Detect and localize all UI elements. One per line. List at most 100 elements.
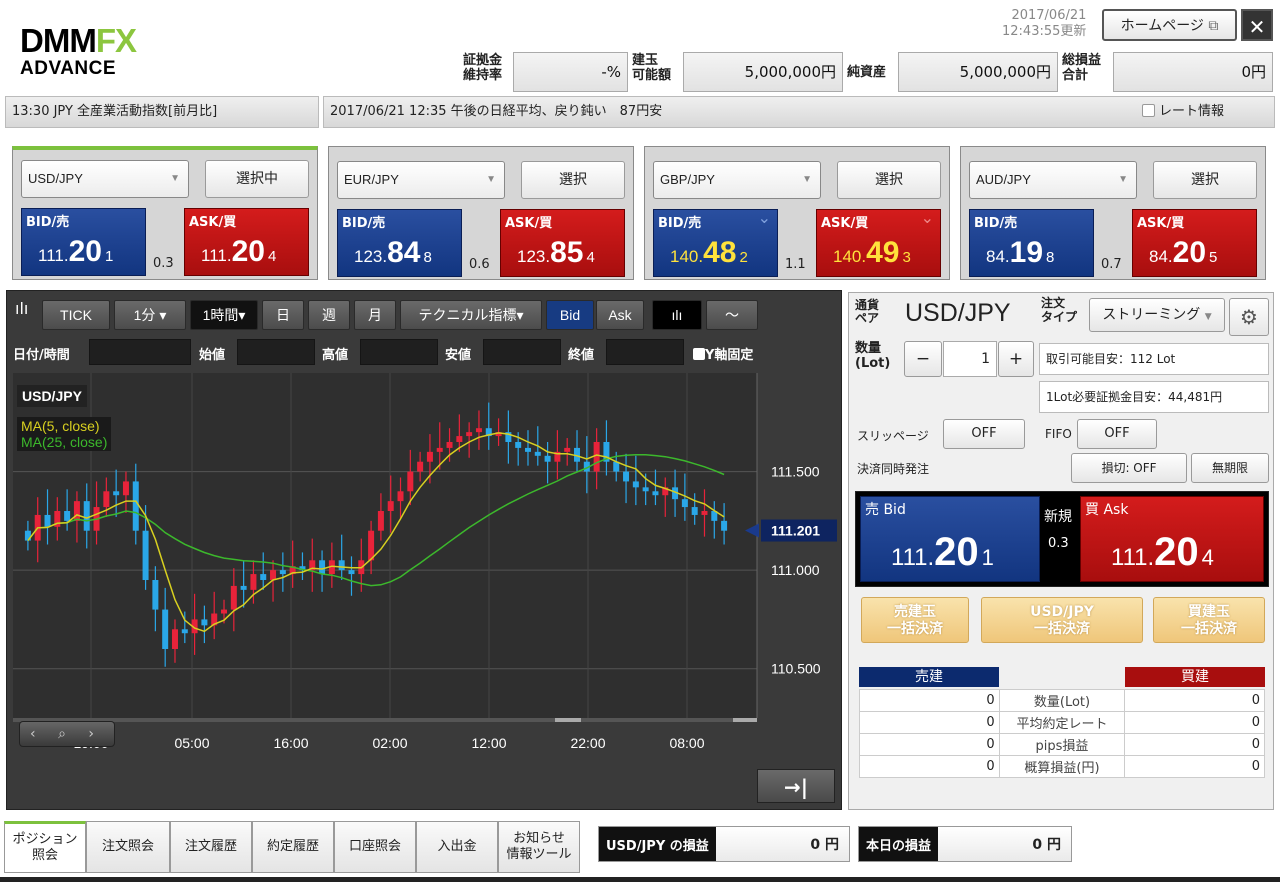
pair-select-button[interactable]: 選択中 [205,160,309,198]
candle-body [64,511,71,521]
buy-ask-button[interactable]: 買 Ask 111.20 4 [1080,496,1264,582]
bid-price: 84.19 8 [986,236,1055,269]
scroll-to-latest-icon[interactable]: →| [757,769,835,803]
pair-select-button[interactable]: 選択 [1153,161,1257,199]
chevron-down-icon: ▼ [1204,312,1212,322]
bottom-tab[interactable]: 約定履歴 [252,821,334,873]
x-tick-label: 08:00 [669,735,704,751]
bulk-close-sell-button[interactable]: 売建玉 一括決済 [861,597,969,643]
month-button[interactable]: 月 [354,300,396,330]
chart-legend: MA(5, close) MA(25, close) [17,417,112,451]
fifo-label: FIFO [1045,427,1072,441]
checkbox-icon[interactable] [1141,104,1155,117]
pair-select[interactable]: AUD/JPY ▼ [969,161,1137,199]
chart-nav-controls[interactable]: ‹ ⌕ › [19,721,115,747]
current-price-label: 111.201 [771,523,820,539]
ask-price-button[interactable]: ASK/買 111.20 4 [184,208,309,276]
external-window-icon: ⧉ [1208,18,1219,34]
y-tick-label: 111.500 [771,464,820,480]
y-axis-fixed-toggle[interactable]: Y軸固定 [693,344,753,363]
row-label: 概算損益(円) [998,755,1126,778]
bid-price-button[interactable]: BID/売 111.20 1 [21,208,146,276]
quantity-plus-button[interactable]: + [998,341,1034,377]
bulk-close-buy-button[interactable]: 買建玉 一括決済 [1153,597,1265,643]
chevron-right-icon[interactable]: › [88,726,94,742]
homepage-button[interactable]: ホームページ ⧉ [1102,9,1237,41]
week-button[interactable]: 週 [308,300,350,330]
chevron-down-icon: ▼ [802,174,812,185]
news-ticker-left[interactable]: 13:30 JPY 全産業活動指数[前月比] [5,96,319,128]
checkbox-icon[interactable] [693,348,705,360]
fifo-toggle[interactable]: OFF [1077,419,1157,449]
ask-price: 84.20 5 [1149,236,1218,269]
pair-select[interactable]: GBP/JPY ▼ [653,161,821,199]
chart-scrollbar [13,718,757,722]
homepage-label: ホームページ [1120,18,1204,34]
candle-body [417,461,424,472]
spread-value: 1.1 [785,257,806,272]
minute-interval-select[interactable]: 1分 ▾ [114,300,186,330]
bottom-tab[interactable]: 注文照会 [86,821,170,873]
bottom-tab[interactable]: 入出金 [416,821,498,873]
today-pl-label: 本日の損益 [859,827,939,861]
slippage-label: スリッページ [857,429,929,443]
bottom-tab[interactable]: ポジション 照会 [4,821,86,873]
high-field [360,339,438,365]
candle-body [593,442,600,472]
bid-price: 140.48 2 [670,236,748,269]
chart-type-icon[interactable]: ılı [15,299,28,318]
bid-toggle[interactable]: Bid [546,300,594,330]
slippage-toggle[interactable]: OFF [943,419,1025,449]
close-icon: ✕ [1248,15,1266,39]
bulk-close-pair-button[interactable]: USD/JPY 一括決済 [981,597,1143,643]
ask-toggle[interactable]: Ask [596,300,644,330]
quantity-minus-button[interactable]: − [904,341,942,377]
pair-select[interactable]: USD/JPY ▼ [21,160,189,198]
y-axis-fixed-label: Y軸固定 [705,348,754,363]
line-chart-icon[interactable]: 〜 [706,300,758,330]
currency-pair-panel: GBP/JPY ▼ 選択 BID/売 140.48 2 ⌄ 1.1 ASK/買 14… [644,146,950,280]
day-button[interactable]: 日 [262,300,304,330]
ask-label: ASK/買 [505,216,553,231]
ask-price-button[interactable]: ASK/買 140.49 3 ⌄ [816,208,941,277]
candle-body [397,491,404,502]
candlestick-icon[interactable]: ılı [652,300,702,330]
candle-body [338,560,345,571]
pair-select-button[interactable]: 選択 [521,161,625,199]
news-ticker-right[interactable]: 2017/06/21 12:35 午後の日経平均、戻り鈍い 87円安 レート情報 [323,96,1275,128]
spread-value: 0.6 [469,257,490,272]
gear-icon[interactable]: ⚙ [1229,298,1269,336]
buy-value: 0 [1124,711,1265,734]
ask-price-button[interactable]: ASK/買 123.85 4 [500,209,625,277]
bottom-tab[interactable]: 口座照会 [334,821,416,873]
bottom-tab[interactable]: 注文履歴 [170,821,252,873]
bottom-tab[interactable]: お知らせ 情報ツール [498,821,580,873]
pair-select[interactable]: EUR/JPY ▼ [337,161,505,199]
sell-position-header: 売建 [859,667,999,687]
hour-interval-select[interactable]: 1時間▾ [190,300,258,330]
ask-price-button[interactable]: ASK/買 84.20 5 [1132,209,1257,277]
close-button[interactable]: ✕ [1241,9,1273,41]
sell-bid-button[interactable]: 売 Bid 111.20 1 [860,496,1040,582]
quantity-input[interactable]: 1 [943,341,997,377]
margin-per-lot: 1Lot必要証拠金目安：44,481円 [1039,381,1269,413]
pair-select-button[interactable]: 選択 [837,161,941,199]
stoploss-button[interactable]: 損切: OFF [1071,453,1187,483]
order-type-select[interactable]: ストリーミング ▼ [1089,298,1225,332]
update-time: 12:43:55更新 [1002,24,1087,39]
net-assets-label: 純資産 [847,65,887,80]
tick-button[interactable]: TICK [42,300,110,330]
bid-price-button[interactable]: BID/売 140.48 2 ⌄ [653,208,778,277]
pair-symbol: GBP/JPY [660,172,715,187]
bid-price-button[interactable]: BID/売 123.84 8 [337,209,462,277]
position-capacity-label: 建玉 可能額 [632,53,672,83]
chevron-left-icon[interactable]: ‹ [30,726,36,742]
rate-info-toggle[interactable]: レート情報 [1141,97,1224,127]
candle-body [122,481,129,496]
technical-indicator-select[interactable]: テクニカル指標▾ [400,300,542,330]
expiry-button[interactable]: 無期限 [1191,453,1269,483]
bid-label: BID/売 [26,215,70,230]
chart-canvas[interactable]: 111.500111.000110.50019:0005:0016:0002:0… [7,373,841,809]
bid-price-button[interactable]: BID/売 84.19 8 [969,209,1094,277]
zoom-icon[interactable]: ⌕ [58,726,66,742]
